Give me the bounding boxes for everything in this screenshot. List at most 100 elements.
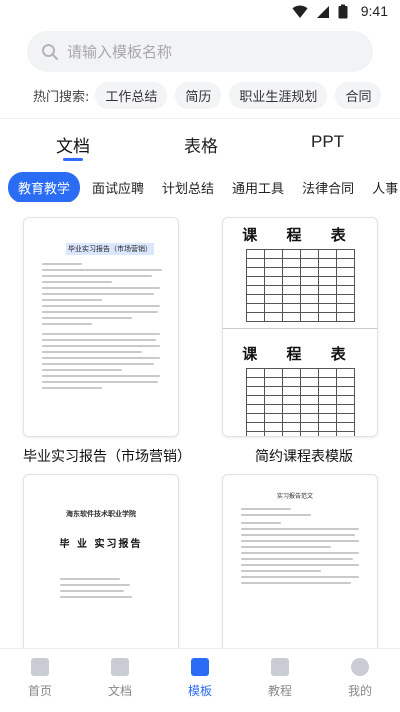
preview-heading: 课 程 表 [242, 345, 358, 363]
schedule-cell [299, 312, 319, 322]
hot-tag-contract[interactable]: 合同 [335, 82, 382, 109]
schedule-cell [299, 249, 319, 259]
schedule-cell [245, 267, 265, 277]
schedule-cell [263, 258, 283, 268]
schedule-cell [245, 422, 265, 432]
tab-spreadsheet[interactable]: 表格 [184, 132, 218, 157]
schedule-cell [335, 258, 355, 268]
hot-search-label: 热门搜索: [33, 90, 90, 105]
category-interview[interactable]: 面试应聘 [92, 178, 144, 197]
schedule-cell [335, 267, 355, 277]
schedule-cell [335, 386, 355, 396]
category-education[interactable]: 教育教学 [8, 172, 81, 202]
schedule-cell [281, 386, 301, 396]
schedule-cell [263, 294, 283, 304]
schedule-cell [335, 431, 355, 436]
signal-icon [317, 5, 329, 18]
document-icon [111, 658, 129, 676]
schedule-cell [263, 276, 283, 286]
template-title[interactable]: 毕业实习报告（市场营销） [23, 446, 191, 466]
battery-icon [338, 4, 348, 19]
tab-ppt[interactable]: PPT [311, 132, 344, 152]
schedule-cell [263, 377, 283, 387]
schedule-cell [281, 267, 301, 277]
search-icon [42, 43, 58, 60]
template-card[interactable]: 实习报告范文 [222, 474, 378, 654]
schedule-cell [281, 431, 301, 436]
schedule-cell [263, 431, 283, 436]
template-preview: 课 程 表 课 程 表 [223, 224, 377, 436]
search-input[interactable] [67, 42, 347, 61]
template-card[interactable]: 海东软件技术职业学院 毕 业 实习报告 [23, 474, 179, 654]
nav-profile[interactable]: 我的 [320, 649, 400, 712]
nav-tutorials[interactable]: 教程 [240, 649, 320, 712]
hot-tag-work-summary[interactable]: 工作总结 [95, 82, 168, 109]
hot-tag-career-plan[interactable]: 职业生涯规划 [229, 82, 328, 109]
schedule-cell [299, 404, 319, 414]
schedule-cell [299, 377, 319, 387]
schedule-cell [263, 312, 283, 322]
tab-document[interactable]: 文档 [56, 132, 90, 157]
schedule-cell [317, 404, 337, 414]
schedule-cell [335, 294, 355, 304]
template-card[interactable]: 毕业实习报告（市场营销） [23, 217, 179, 437]
status-bar: 9:41 [0, 0, 400, 24]
nav-templates[interactable]: 模板 [160, 649, 240, 712]
category-general-tools[interactable]: 通用工具 [232, 178, 284, 197]
schedule-cell [245, 431, 265, 436]
schedule-cell [299, 386, 319, 396]
preview-heading: 毕 业 实习报告 [59, 539, 143, 550]
hot-tag-resume[interactable]: 简历 [175, 82, 222, 109]
category-hr[interactable]: 人事 [372, 178, 398, 197]
schedule-cell [263, 267, 283, 277]
schedule-cell [245, 249, 265, 259]
schedule-cell [281, 404, 301, 414]
schedule-cell [263, 303, 283, 313]
schedule-cell [317, 294, 337, 304]
schedule-cell [245, 294, 265, 304]
schedule-cell [281, 377, 301, 387]
schedule-cell [335, 377, 355, 387]
schedule-cell [281, 276, 301, 286]
schedule-cell [281, 285, 301, 295]
template-card[interactable]: 课 程 表 课 程 表 [222, 217, 378, 437]
preview-heading: 毕业实习报告（市场营销） [66, 243, 154, 255]
schedule-cell [245, 395, 265, 405]
schedule-cell [317, 258, 337, 268]
status-time: 9:41 [360, 3, 388, 19]
schedule-cell [281, 422, 301, 432]
schedule-cell [245, 258, 265, 268]
category-plan-summary[interactable]: 计划总结 [162, 178, 214, 197]
wifi-icon [292, 5, 308, 18]
schedule-cell [317, 276, 337, 286]
nav-documents[interactable]: 文档 [80, 649, 160, 712]
user-icon [351, 658, 369, 676]
schedule-cell [317, 285, 337, 295]
schedule-cell [317, 431, 337, 436]
schedule-cell [263, 404, 283, 414]
schedule-cell [299, 267, 319, 277]
schedule-table [245, 249, 355, 322]
category-legal-contract[interactable]: 法律合同 [302, 178, 354, 197]
schedule-cell [299, 368, 319, 378]
schedule-cell [317, 413, 337, 423]
schedule-cell [317, 377, 337, 387]
schedule-cell [245, 386, 265, 396]
schedule-cell [317, 267, 337, 277]
schedule-cell [281, 395, 301, 405]
template-preview: 实习报告范文 [223, 475, 377, 584]
nav-label: 教程 [267, 684, 292, 698]
bottom-nav: 首页 文档 模板 教程 我的 [0, 648, 400, 712]
preview-heading: 实习报告范文 [277, 493, 314, 500]
schedule-cell [299, 395, 319, 405]
schedule-cell [263, 422, 283, 432]
schedule-cell [245, 285, 265, 295]
schedule-cell [263, 368, 283, 378]
schedule-cell [281, 312, 301, 322]
template-title[interactable]: 简约课程表模版 [255, 446, 353, 466]
preview-heading: 课 程 表 [242, 226, 358, 244]
schedule-cell [245, 377, 265, 387]
schedule-cell [281, 368, 301, 378]
nav-home[interactable]: 首页 [0, 649, 80, 712]
search-box[interactable] [27, 31, 373, 72]
